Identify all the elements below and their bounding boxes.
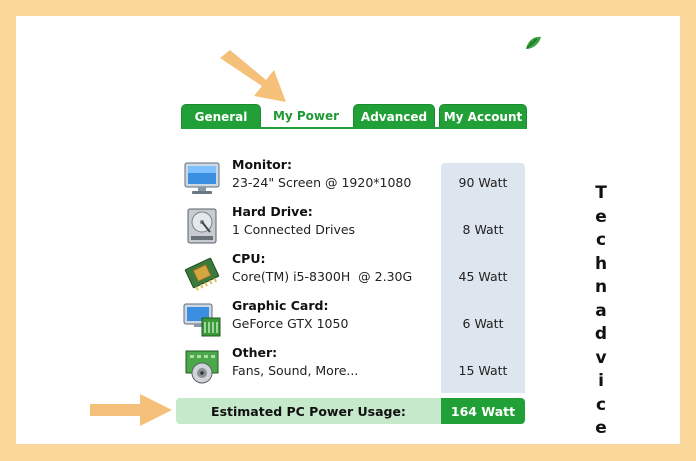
arrow-to-total-icon xyxy=(90,394,172,426)
component-watt: 6 Watt xyxy=(462,316,504,331)
component-name: Graphic Card: xyxy=(232,298,329,313)
component-detail: 23-24" Screen @ 1920*1080 xyxy=(232,175,412,190)
watermark-letter: h xyxy=(594,253,608,274)
arrow-to-my-power-tab-icon xyxy=(220,50,286,102)
component-detail: Core(TM) i5-8300H @ 2.30G xyxy=(232,269,413,284)
other-components-icon xyxy=(185,350,219,384)
tab-underline xyxy=(181,127,527,129)
watermark-letter: i xyxy=(598,371,604,391)
component-name: Other: xyxy=(232,345,278,360)
watermark-letter: n xyxy=(594,277,608,297)
tab-general[interactable]: General xyxy=(181,104,261,128)
watermark-letter: e xyxy=(595,206,607,227)
component-row-monitor: Monitor: 23-24" Screen @ 1920*1080 xyxy=(182,157,442,201)
monitor-icon xyxy=(184,162,220,194)
watermark-letter: d xyxy=(594,324,608,344)
watermark-letter: v xyxy=(595,347,607,368)
total-label: Estimated PC Power Usage: xyxy=(176,398,441,424)
graphic-card-icon xyxy=(183,303,221,337)
component-name: Hard Drive: xyxy=(232,204,313,219)
watermark-vertical: T e c h n a d v i c e xyxy=(590,182,612,441)
component-row-hard-drive: Hard Drive: 1 Connected Drives xyxy=(182,204,442,248)
tab-my-account[interactable]: My Account xyxy=(439,104,527,128)
component-detail: Fans, Sound, More... xyxy=(232,363,359,378)
component-row-other: Other: Fans, Sound, More... xyxy=(182,345,442,389)
watermark-letter: c xyxy=(595,394,607,415)
component-name: CPU: xyxy=(232,251,266,266)
component-watt: 8 Watt xyxy=(462,222,504,237)
watermark-letter: e xyxy=(595,418,607,438)
component-watt: 15 Watt xyxy=(458,363,508,378)
watermark-letter: c xyxy=(595,230,607,250)
watermark-letter: a xyxy=(595,300,607,321)
watermark-letter: T xyxy=(595,183,607,203)
tab-my-power[interactable]: My Power xyxy=(263,104,349,128)
cpu-icon xyxy=(184,257,220,291)
component-detail: GeForce GTX 1050 xyxy=(232,316,349,331)
total-value: 164 Watt xyxy=(441,398,525,424)
component-watt: 45 Watt xyxy=(458,269,508,284)
tab-advanced[interactable]: Advanced xyxy=(353,104,435,128)
component-detail: 1 Connected Drives xyxy=(232,222,356,237)
component-row-cpu: CPU: Core(TM) i5-8300H @ 2.30G xyxy=(182,251,442,295)
component-row-graphic-card: Graphic Card: GeForce GTX 1050 xyxy=(182,298,442,342)
component-watt: 90 Watt xyxy=(458,175,508,190)
hard-drive-icon xyxy=(187,208,217,244)
leaf-logo-icon xyxy=(526,36,541,49)
component-name: Monitor: xyxy=(232,157,292,172)
